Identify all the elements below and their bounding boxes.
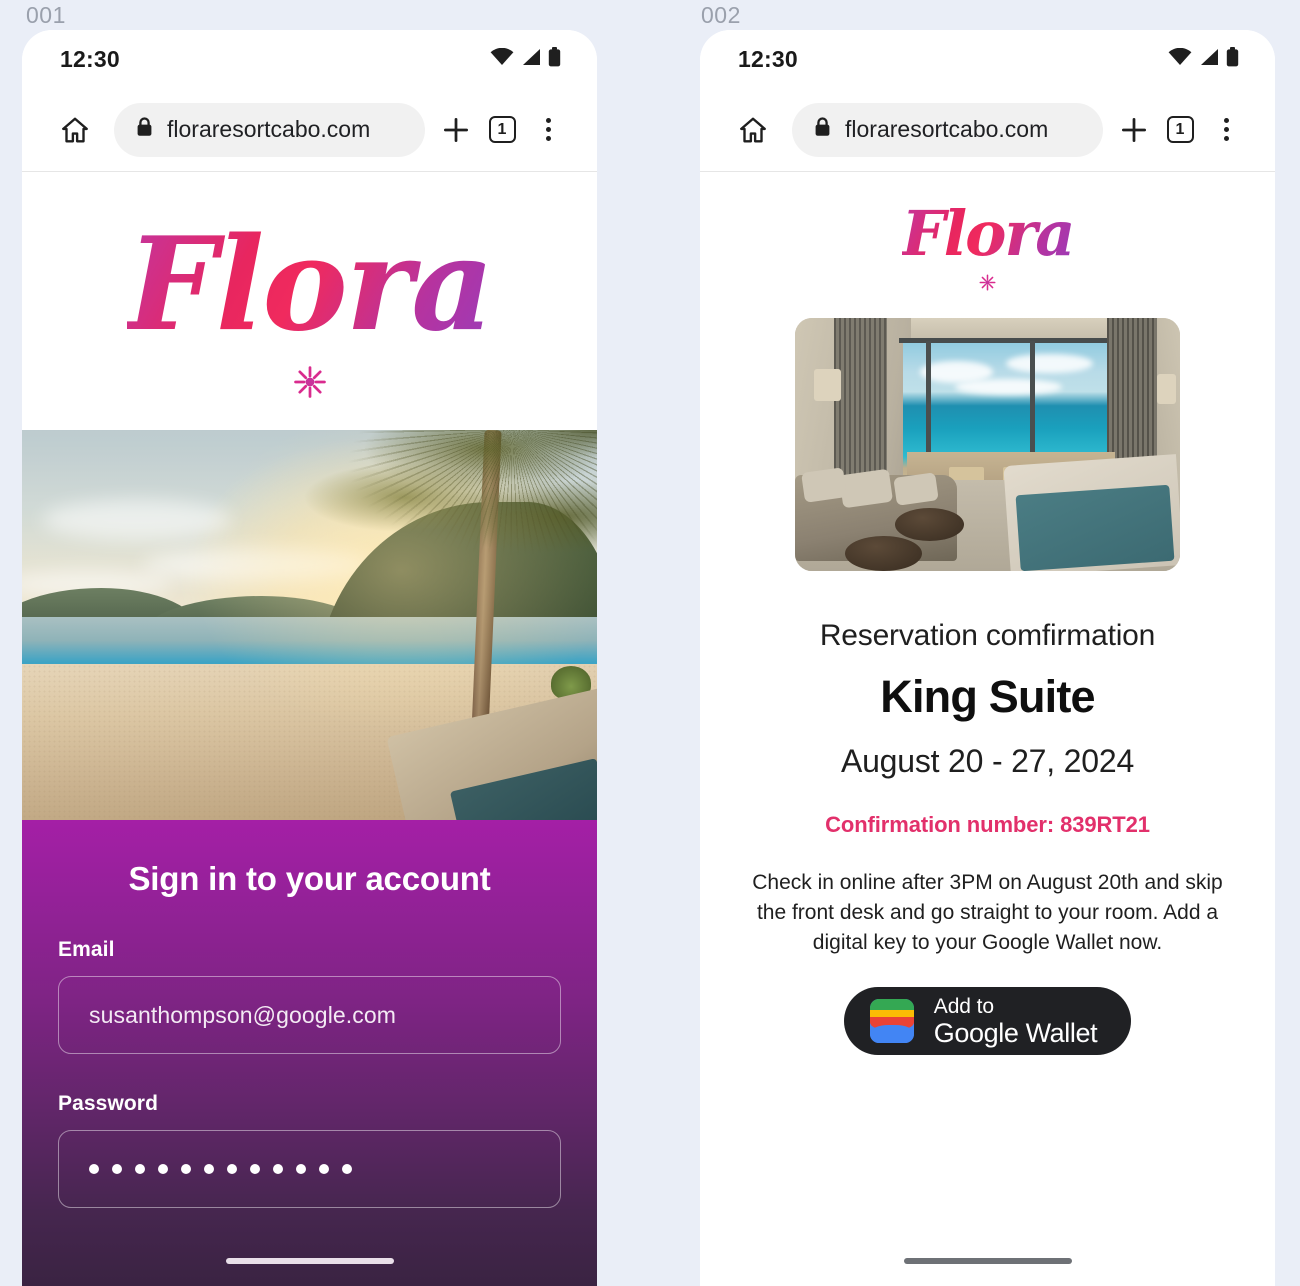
status-icon-group	[1168, 46, 1239, 72]
lock-icon	[814, 117, 831, 142]
lock-icon	[136, 117, 153, 142]
tab-count-label: 1	[1166, 116, 1194, 143]
home-icon[interactable]	[54, 109, 96, 151]
screenshot-canvas: 001 002 12:30 floraresortcabo.com 1 Flor…	[0, 0, 1300, 1286]
plus-icon[interactable]	[1111, 107, 1157, 153]
room-wall-lamp	[1156, 373, 1177, 405]
brand-header: Flora	[700, 172, 1275, 312]
flower-asterisk-icon	[979, 274, 996, 291]
cell-signal-icon	[1199, 48, 1219, 71]
tab-counter-button[interactable]: 1	[1157, 107, 1203, 153]
password-field[interactable]	[58, 1130, 561, 1208]
email-label: Email	[58, 938, 115, 961]
signin-title: Sign in to your account	[128, 860, 491, 897]
wifi-icon	[1168, 47, 1192, 71]
home-indicator[interactable]	[225, 1258, 394, 1264]
status-time: 12:30	[738, 45, 798, 72]
plus-icon[interactable]	[433, 107, 479, 153]
wifi-icon	[490, 47, 514, 71]
room-pillow	[800, 467, 847, 503]
web-page-signin: Flora Sign in to your account Email susa…	[22, 172, 597, 1286]
url-text: floraresortcabo.com	[167, 116, 371, 142]
wallet-button-line2: Google Wallet	[933, 1018, 1098, 1049]
room-window-header	[898, 338, 1123, 344]
room-name: King Suite	[880, 671, 1095, 722]
email-field[interactable]: susanthompson@google.com	[58, 976, 561, 1054]
add-to-google-wallet-button[interactable]: Add to Google Wallet	[843, 987, 1132, 1056]
wallet-button-line1: Add to	[933, 994, 994, 1018]
reservation-subtitle: Reservation comfirmation	[819, 619, 1156, 652]
frame-label-002: 002	[701, 2, 741, 28]
status-time: 12:30	[60, 45, 120, 72]
email-value: susanthompson@google.com	[89, 1001, 397, 1028]
browser-toolbar: floraresortcabo.com 1	[700, 88, 1275, 172]
frame-label-001: 001	[26, 2, 66, 28]
web-page-confirmation: Flora Reservation comfirmation King Suit…	[700, 172, 1275, 1286]
phone-mockup-signin: 12:30 floraresortcabo.com 1 Flora Sign i…	[22, 30, 597, 1286]
browser-toolbar: floraresortcabo.com 1	[22, 88, 597, 172]
signin-panel: Sign in to your account Email susanthomp…	[22, 820, 597, 1286]
status-icon-group	[490, 46, 561, 72]
confirmation-number: Confirmation number: 839RT21	[825, 812, 1150, 837]
room-coffee-table	[895, 507, 965, 541]
url-text: floraresortcabo.com	[845, 116, 1049, 142]
kebab-menu-icon[interactable]	[1203, 107, 1249, 153]
flora-wordmark: Flora	[126, 210, 494, 360]
room-pillow	[893, 472, 940, 506]
flower-asterisk-icon	[293, 366, 326, 398]
hero-beach-photo	[22, 430, 597, 820]
home-icon[interactable]	[732, 109, 774, 151]
room-bed-throw	[1015, 484, 1175, 571]
cell-signal-icon	[521, 48, 541, 71]
url-bar[interactable]: floraresortcabo.com	[114, 102, 425, 157]
battery-icon	[548, 46, 561, 72]
flora-wordmark: Flora	[901, 197, 1076, 270]
kebab-menu-icon[interactable]	[525, 107, 571, 153]
status-bar: 12:30	[700, 30, 1275, 88]
google-wallet-icon	[869, 999, 914, 1044]
brand-header: Flora	[22, 172, 597, 430]
tab-count-label: 1	[488, 116, 516, 143]
phone-mockup-confirmation: 12:30 floraresortcabo.com 1 Flora Reserv…	[700, 30, 1275, 1286]
home-indicator[interactable]	[903, 1258, 1072, 1264]
checkin-instructions: Check in online after 3PM on August 20th…	[752, 871, 1223, 954]
url-bar[interactable]: floraresortcabo.com	[792, 102, 1103, 157]
room-photo	[795, 318, 1180, 571]
password-masked-value	[89, 1164, 352, 1174]
photo-palm-frond-detail	[202, 430, 597, 650]
confirmation-content: Reservation comfirmation King Suite Augu…	[700, 312, 1275, 1264]
password-label: Password	[58, 1092, 159, 1115]
reservation-dates: August 20 - 27, 2024	[840, 743, 1135, 779]
tab-counter-button[interactable]: 1	[479, 107, 525, 153]
battery-icon	[1226, 46, 1239, 72]
room-side-table	[845, 535, 923, 571]
status-bar: 12:30	[22, 30, 597, 88]
room-wall-lamp	[814, 368, 842, 402]
